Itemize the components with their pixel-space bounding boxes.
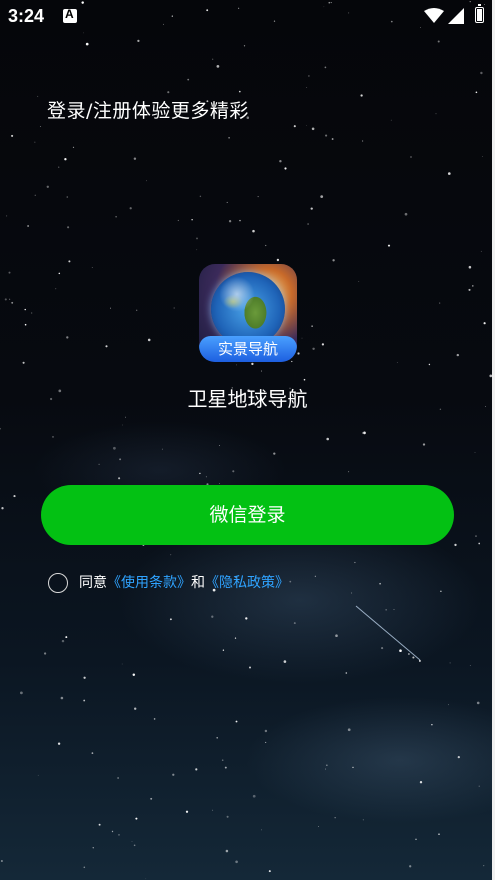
agreement-prefix: 同意 [79, 575, 107, 591]
terms-of-use-link[interactable]: 《使用条款》 [107, 575, 191, 591]
signal-icon [448, 8, 464, 24]
globe-icon [211, 272, 285, 346]
globe-app-icon: 实景导航 [199, 264, 297, 362]
app-icon-badge: 实景导航 [199, 336, 297, 362]
login-screen: 3:24 登录/注册体验更多精彩 实景导航 卫星地球导航 微信登录 同意《使用条… [0, 0, 495, 880]
agreement-conjunction: 和 [191, 575, 205, 591]
status-bar: 3:24 [0, 0, 495, 32]
status-time: 3:24 [8, 6, 45, 26]
login-headline: 登录/注册体验更多精彩 [47, 100, 249, 122]
wechat-login-button[interactable]: 微信登录 [41, 485, 454, 545]
agree-radio-button[interactable] [48, 573, 68, 593]
notification-a-icon [63, 7, 77, 23]
privacy-policy-link[interactable]: 《隐私政策》 [205, 575, 289, 591]
starfield-background [0, 0, 493, 880]
wifi-icon [424, 8, 444, 23]
battery-charging-icon [475, 4, 484, 23]
app-name: 卫星地球导航 [187, 387, 308, 411]
agreement-row: 同意《使用条款》和《隐私政策》 [48, 571, 289, 595]
